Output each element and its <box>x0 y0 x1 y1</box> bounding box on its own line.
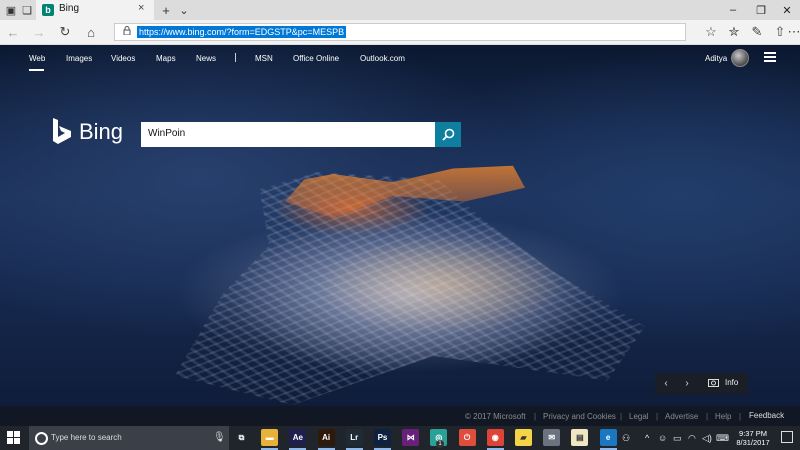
footer-link-privacy[interactable]: Privacy and Cookies <box>543 412 616 421</box>
taskbar-search-box[interactable]: Type here to search 🎙 <box>29 426 229 450</box>
previous-image-button[interactable]: ‹ <box>658 376 674 391</box>
footer-separator: | <box>620 412 623 421</box>
bing-logo[interactable]: Bing <box>51 117 131 147</box>
nav-link-images[interactable]: Images <box>66 54 92 63</box>
image-controls: ‹ › Info <box>655 373 748 394</box>
address-bar[interactable]: https://www.bing.com/?form=EDGSTP&pc=MES… <box>114 23 686 41</box>
bing-logo-text: Bing <box>79 119 124 144</box>
wifi-icon[interactable]: ◠ <box>688 433 696 444</box>
footer-separator: | <box>739 412 742 421</box>
tab-close-button[interactable]: × <box>138 2 144 14</box>
task-view-icon[interactable]: ⧉ <box>233 429 250 446</box>
nav-link-web[interactable]: Web <box>29 54 45 63</box>
sticky-notes-icon[interactable]: ▰ <box>515 429 532 446</box>
edge-icon[interactable]: e <box>599 429 617 446</box>
bing-homepage: Web Images Videos Maps News MSN Office O… <box>0 45 800 426</box>
emoji-icon[interactable]: ☺ <box>658 433 667 443</box>
clock-date: 8/31/2017 <box>736 438 770 447</box>
favorites-list-icon[interactable]: ✮ <box>725 23 743 41</box>
home-button[interactable]: ⌂ <box>82 23 100 41</box>
footer-link-advertise[interactable]: Advertise <box>665 412 698 421</box>
new-tab-button[interactable]: + <box>159 3 173 18</box>
minimize-button[interactable]: – <box>724 2 742 18</box>
web-notes-icon[interactable]: ✎ <box>748 23 766 41</box>
app-red-icon[interactable]: ⏻ <box>458 429 476 446</box>
favorite-star-icon[interactable]: ☆ <box>702 23 720 41</box>
notification-badge: 1 <box>436 440 444 448</box>
tab-bing[interactable]: b Bing × <box>36 0 154 20</box>
nav-link-outlook[interactable]: Outlook.com <box>360 54 405 63</box>
volume-icon[interactable]: ◁) <box>702 433 712 444</box>
back-button[interactable]: ← <box>4 23 22 41</box>
bing-top-nav: Web Images Videos Maps News MSN Office O… <box>0 45 800 73</box>
tab-title: Bing <box>59 3 80 14</box>
chevron-up-icon[interactable]: ^ <box>645 433 649 443</box>
taskbar: Type here to search 🎙 ⧉ ▬ Ae Ai Lr Ps ⋈ ◎ ⏻ ◉ ▰ ✉ ▤ e… <box>0 426 800 450</box>
nav-link-videos[interactable]: Videos <box>111 54 135 63</box>
background-image <box>0 45 800 426</box>
hamburger-menu-icon[interactable] <box>764 52 776 62</box>
url-text[interactable]: https://www.bing.com/?form=EDGSTP&pc=MES… <box>137 26 347 38</box>
cortana-icon <box>35 432 48 445</box>
after-effects-icon[interactable]: Ae <box>289 429 307 446</box>
lock-icon <box>123 26 131 37</box>
share-icon[interactable]: ⇧ <box>771 23 789 41</box>
nav-link-office-online[interactable]: Office Online <box>293 54 339 63</box>
nav-separator <box>235 53 236 62</box>
chrome-icon[interactable]: ◉ <box>486 429 504 446</box>
copyright-text: © 2017 Microsoft <box>465 412 526 421</box>
feedback-link[interactable]: Feedback <box>749 411 784 420</box>
footer-separator: | <box>534 412 537 421</box>
clock[interactable]: 9:37 PM 8/31/2017 <box>734 429 772 447</box>
set-aside-tabs-icon[interactable]: ▣ <box>4 3 18 17</box>
search-button[interactable] <box>435 122 461 147</box>
action-center-icon[interactable] <box>781 431 793 443</box>
windows-start-icon[interactable] <box>7 431 21 445</box>
nav-link-maps[interactable]: Maps <box>156 54 176 63</box>
clock-time: 9:37 PM <box>739 429 767 438</box>
avatar[interactable] <box>731 49 749 67</box>
notepad-icon[interactable]: ▤ <box>571 429 589 446</box>
bing-footer: © 2017 Microsoft | Privacy and Cookies |… <box>0 406 800 426</box>
visual-studio-icon[interactable]: ⋈ <box>402 429 420 446</box>
navigation-bar: ← → ↻ ⌂ https://www.bing.com/?form=EDGST… <box>0 20 800 45</box>
battery-icon[interactable]: ▭ <box>673 433 682 444</box>
refresh-button[interactable]: ↻ <box>56 23 74 41</box>
app-mail-icon[interactable]: ✉ <box>543 429 561 446</box>
tab-list-chevron-icon[interactable]: ⌄ <box>177 3 191 17</box>
footer-link-legal[interactable]: Legal <box>629 412 649 421</box>
lightroom-icon[interactable]: Lr <box>345 429 363 446</box>
microphone-icon[interactable]: 🎙 <box>213 432 226 443</box>
active-tab-indicator <box>29 69 44 71</box>
taskbar-search-placeholder: Type here to search <box>51 433 122 442</box>
image-info-button[interactable]: Info <box>725 378 738 387</box>
footer-separator: | <box>656 412 659 421</box>
nav-link-msn[interactable]: MSN <box>255 54 273 63</box>
tab-bar: ▣ ❏ b Bing × + ⌄ – ❐ ✕ <box>0 0 800 20</box>
illustrator-icon[interactable]: Ai <box>317 429 335 446</box>
more-icon[interactable]: ⋯ <box>788 23 800 41</box>
footer-link-help[interactable]: Help <box>715 412 731 421</box>
bing-logo-icon: b <box>42 4 54 16</box>
tabs-aside-icon[interactable]: ❏ <box>20 3 34 17</box>
search-icon <box>441 128 454 141</box>
close-window-button[interactable]: ✕ <box>778 2 796 18</box>
user-name[interactable]: Aditya <box>705 54 727 63</box>
search-input-value: WinPoin <box>148 128 186 139</box>
camera-icon[interactable] <box>708 378 719 390</box>
file-explorer-icon[interactable]: ▬ <box>261 429 279 446</box>
nav-link-news[interactable]: News <box>196 54 216 63</box>
people-icon[interactable]: ⚇ <box>622 433 630 444</box>
forward-button[interactable]: → <box>30 23 48 41</box>
footer-separator: | <box>706 412 709 421</box>
next-image-button[interactable]: › <box>679 376 695 391</box>
search-input[interactable]: WinPoin <box>141 122 435 147</box>
bing-b-icon <box>51 117 73 148</box>
keyboard-icon[interactable]: ⌨ <box>716 433 729 444</box>
maximize-button[interactable]: ❐ <box>752 2 770 18</box>
photoshop-icon[interactable]: Ps <box>374 429 391 446</box>
